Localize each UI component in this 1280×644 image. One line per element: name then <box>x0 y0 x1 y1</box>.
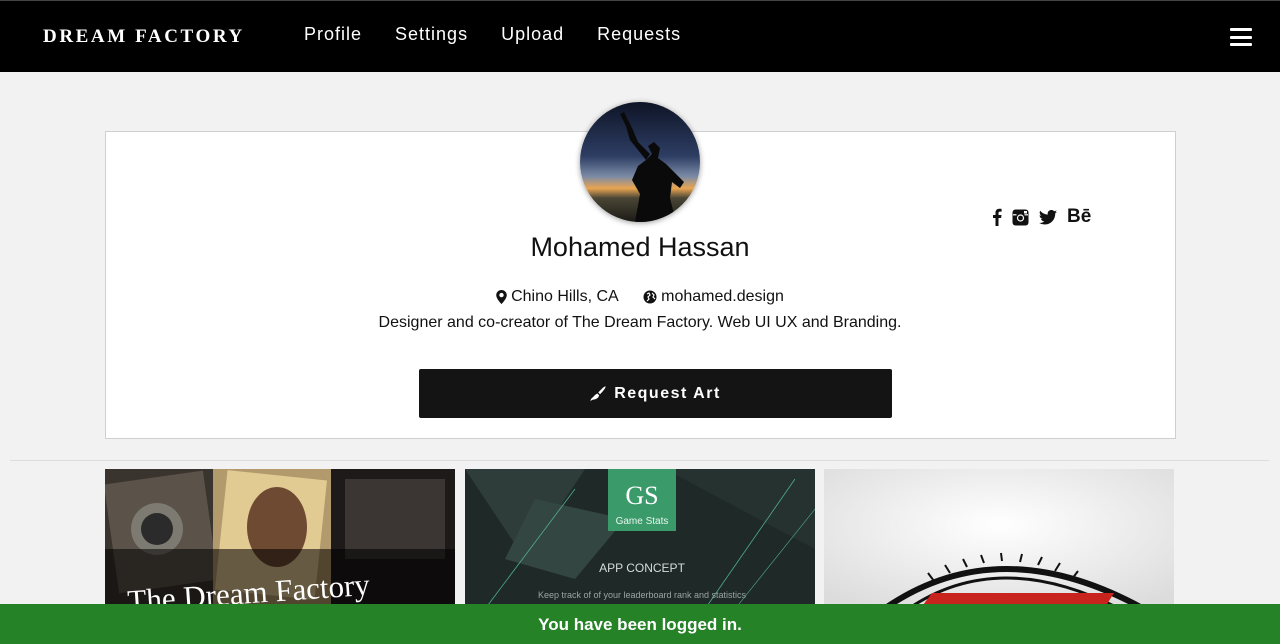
main-nav: Profile Settings Upload Requests <box>304 24 681 45</box>
profile-bio: Designer and co-creator of The Dream Fac… <box>378 314 902 331</box>
top-navbar: DREAM FACTORY Profile Settings Upload Re… <box>0 0 1280 72</box>
twitter-icon[interactable] <box>1039 207 1057 227</box>
game-stats-badge-sub: Game Stats <box>616 516 669 527</box>
facebook-icon[interactable] <box>992 207 1002 227</box>
behance-icon[interactable]: Bē <box>1067 206 1092 227</box>
nav-link-upload[interactable]: Upload <box>501 24 564 45</box>
instagram-icon[interactable] <box>1012 207 1029 227</box>
gallery-item-dream-factory[interactable]: The Dream Factory <box>105 469 455 609</box>
hamburger-menu-icon[interactable] <box>1230 28 1252 46</box>
app-concept-sub: Keep track of of your leaderboard rank a… <box>538 590 747 600</box>
nav-link-requests[interactable]: Requests <box>597 24 681 45</box>
avatar <box>580 102 700 222</box>
location-text: Chino Hills, CA <box>511 288 619 305</box>
gallery-item-logo[interactable] <box>824 469 1174 609</box>
paintbrush-icon <box>590 385 606 401</box>
nav-link-profile[interactable]: Profile <box>304 24 362 45</box>
request-art-button[interactable]: Request Art <box>419 369 892 418</box>
app-concept-title: APP CONCEPT <box>599 561 685 575</box>
location-item: Chino Hills, CA <box>496 288 619 306</box>
globe-icon <box>643 290 657 304</box>
brand-logo[interactable]: DREAM FACTORY <box>43 26 245 48</box>
social-links: Bē <box>992 206 1092 227</box>
nav-link-settings[interactable]: Settings <box>395 24 468 45</box>
section-divider <box>10 460 1269 461</box>
login-toast: You have been logged in. <box>0 604 1280 644</box>
game-stats-badge: GS <box>625 481 658 510</box>
profile-name: Mohamed Hassan <box>530 232 750 262</box>
behance-label: Bē <box>1067 206 1092 227</box>
request-art-label: Request Art <box>614 384 721 402</box>
profile-meta: Chino Hills, CA mohamed.design <box>0 288 1280 309</box>
website-link[interactable]: mohamed.design <box>661 288 784 306</box>
map-marker-icon <box>496 290 507 304</box>
gallery-item-game-stats[interactable]: GS Game Stats APP CONCEPT Keep track of … <box>465 469 815 609</box>
website-item[interactable]: mohamed.design <box>643 288 784 306</box>
